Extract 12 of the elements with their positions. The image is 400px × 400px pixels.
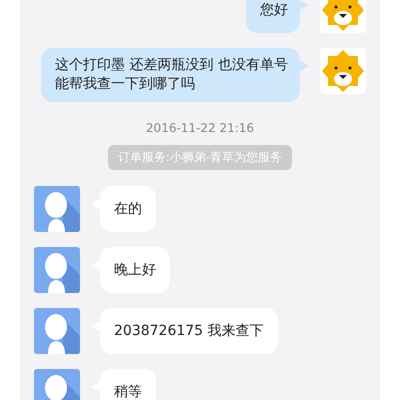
message-bubble: 2038726175 我来查下	[100, 308, 278, 354]
user-avatar-icon	[34, 308, 80, 354]
lion-avatar-icon	[320, 0, 366, 33]
lion-avatar-icon	[320, 48, 366, 94]
message-bubble: 您好	[246, 0, 300, 33]
message-bubble: 稍等	[100, 369, 156, 400]
message-bubble: 晚上好	[100, 247, 170, 293]
timestamp: 2016-11-22 21:16	[144, 121, 256, 135]
message-bubble: 这个打印墨 还差两瓶没到 也没有单号能帮我查一下到哪了吗	[41, 48, 300, 102]
message-bubble: 在的	[100, 186, 156, 232]
user-avatar-icon	[34, 186, 80, 232]
user-avatar-icon	[34, 247, 80, 293]
